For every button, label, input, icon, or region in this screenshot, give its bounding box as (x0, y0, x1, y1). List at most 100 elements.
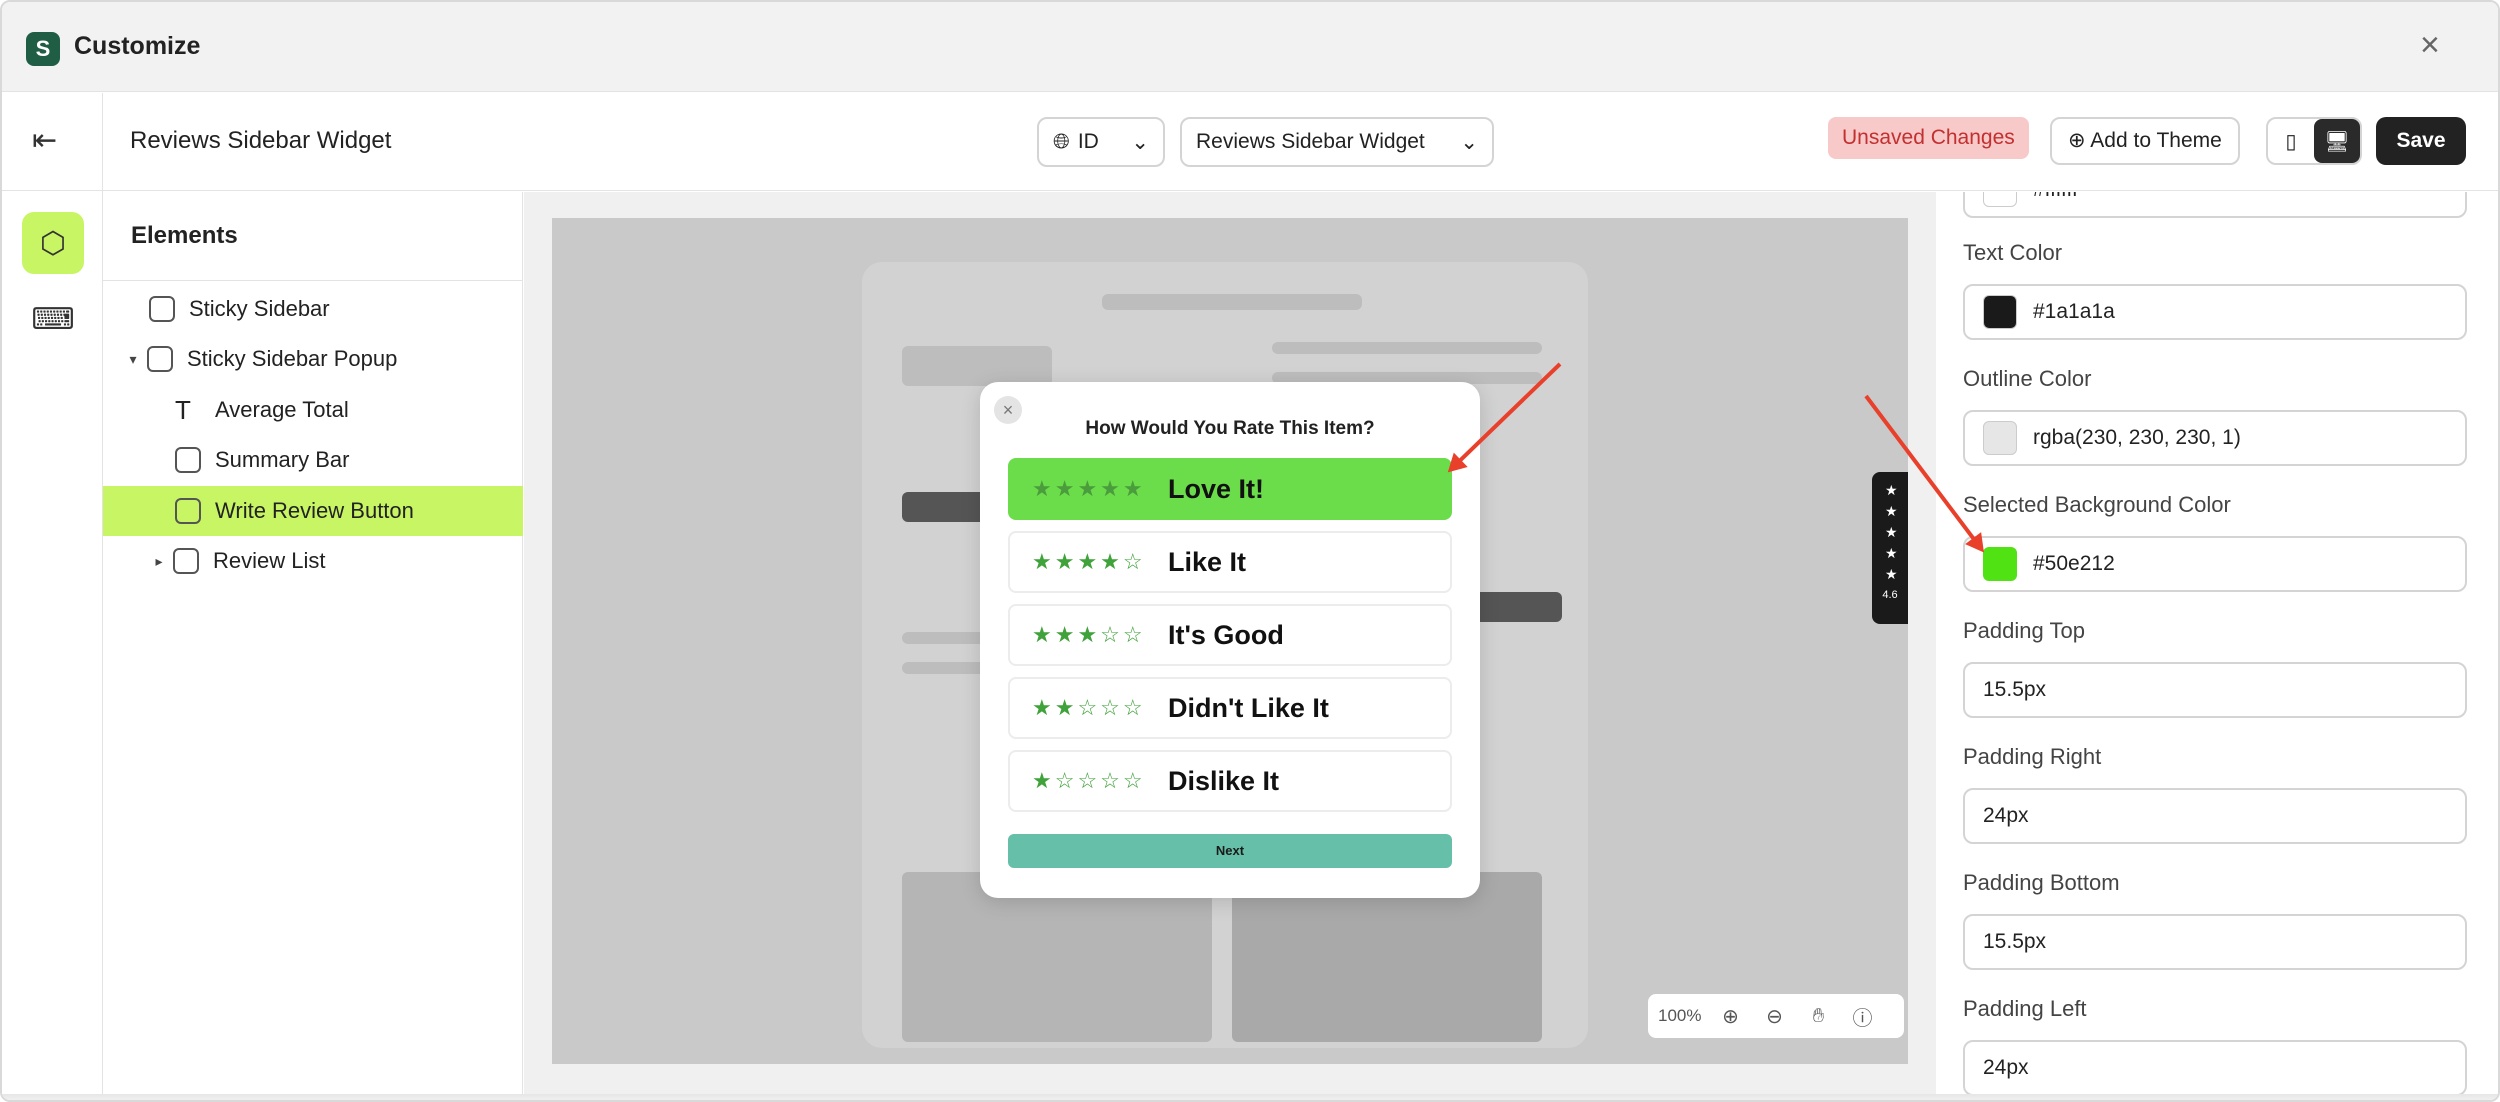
rating-option-label: Didn't Like It (1168, 692, 1329, 723)
app-logo-icon: S (26, 32, 60, 66)
next-button[interactable]: Next (1008, 834, 1452, 868)
color-swatch[interactable] (1983, 547, 2017, 581)
padding-left-label: Padding Left (1963, 996, 2087, 1021)
elements-heading: Elements (131, 222, 238, 249)
outline-color-field[interactable]: rgba(230, 230, 230, 1) (1963, 410, 2467, 466)
color-swatch[interactable] (1983, 295, 2017, 329)
chevron-down-icon: ⌄ (1460, 130, 1478, 154)
template-select-value: Reviews Sidebar Widget (1196, 130, 1425, 153)
desktop-view-icon[interactable]: 🖥︎ (2314, 119, 2360, 163)
zoom-controls: 100% ⊕ ⊖ ✋︎ ⓘ (1648, 994, 1904, 1038)
help-icon[interactable]: ⓘ (1847, 1002, 1877, 1031)
padding-bottom-input[interactable]: 15.5px (1963, 914, 2467, 970)
star-icons: ★★★☆☆ (1032, 622, 1146, 647)
tree-item-review-list[interactable]: ▸ Review List (103, 536, 523, 586)
title-bar: S Customize × (2, 2, 2498, 92)
rating-option-3[interactable]: ★★★☆☆ It's Good (1008, 604, 1452, 666)
ghost-bar (1272, 342, 1542, 354)
partial-color-value: #ffffff (2033, 192, 2078, 202)
widget-icon (149, 296, 175, 322)
side-tab-rating: 4.6 (1882, 589, 1898, 601)
padding-top-label: Padding Top (1963, 618, 2085, 643)
plus-circle-icon: ⊕ (2068, 129, 2086, 152)
rating-option-label: Love It! (1168, 473, 1265, 504)
text-color-value: #1a1a1a (2033, 300, 2115, 323)
zoom-in-icon[interactable]: ⊕ (1715, 1004, 1745, 1029)
language-select[interactable]: 🌐︎ ID ⌄ (1037, 117, 1165, 167)
bottom-edge (2, 1094, 2498, 1100)
preview-canvas: ★ ★ ★ ★ ★ 4.6 × How Would You Rate This … (552, 218, 1908, 1064)
text-icon: T (175, 394, 191, 425)
caret-down-icon[interactable]: ▾ (125, 351, 141, 368)
exit-icon[interactable]: ⇤ (32, 123, 57, 158)
tree-item-label: Sticky Sidebar (189, 296, 330, 321)
chevron-down-icon: ⌄ (1131, 130, 1149, 154)
rating-option-label: It's Good (1168, 619, 1284, 650)
ghost-rating (902, 346, 1052, 386)
rating-option-5[interactable]: ★★★★★ Love It! (1008, 458, 1452, 520)
widget-icon (147, 346, 173, 372)
ghost-heading (1102, 294, 1362, 310)
mobile-view-icon[interactable]: ▯ (2268, 119, 2314, 163)
rating-option-2[interactable]: ★★☆☆☆ Didn't Like It (1008, 677, 1452, 739)
padding-bottom-label: Padding Bottom (1963, 870, 2120, 895)
selected-bg-color-label: Selected Background Color (1963, 492, 2231, 517)
unsaved-changes-badge: Unsaved Changes (1828, 117, 2029, 159)
padding-left-input[interactable]: 24px (1963, 1040, 2467, 1096)
caret-right-icon[interactable]: ▸ (151, 553, 167, 570)
elements-cube-icon[interactable]: ⬡ (22, 212, 84, 274)
text-color-field[interactable]: #1a1a1a (1963, 284, 2467, 340)
widget-icon (173, 548, 199, 574)
tree-item-summary-bar[interactable]: Summary Bar (103, 435, 523, 485)
color-swatch[interactable] (1983, 192, 2017, 207)
star-icons: ★☆☆☆☆ (1032, 768, 1146, 793)
side-tab-stars: ★ ★ ★ ★ ★ (1885, 482, 1898, 582)
globe-icon: 🌐︎ (1053, 130, 1070, 153)
save-button[interactable]: Save (2376, 117, 2466, 165)
rating-option-1[interactable]: ★☆☆☆☆ Dislike It (1008, 750, 1452, 812)
selected-bg-color-field[interactable]: #50e212 (1963, 536, 2467, 592)
page-name: Reviews Sidebar Widget (130, 127, 392, 154)
star-icons: ★★★★★ (1032, 476, 1146, 501)
top-toolbar: ⇤ Reviews Sidebar Widget 🌐︎ ID ⌄ Reviews… (2, 93, 2498, 191)
add-to-theme-label: Add to Theme (2090, 129, 2222, 152)
partial-color-field[interactable]: #ffffff (1963, 192, 2467, 218)
tree-item-label: Review List (213, 548, 326, 573)
window-title: Customize (74, 32, 201, 60)
rating-option-label: Like It (1168, 546, 1247, 577)
properties-panel: #ffffff Text Color #1a1a1a Outline Color… (1937, 192, 2498, 1100)
tree-item-label: Write Review Button (215, 498, 414, 523)
hand-pan-icon[interactable]: ✋︎ (1803, 1005, 1833, 1028)
tree-item-label: Average Total (215, 397, 349, 422)
tree-item-write-review-button[interactable]: Write Review Button (103, 486, 523, 536)
star-icons: ★★☆☆☆ (1032, 695, 1146, 720)
selected-bg-color-value: #50e212 (2033, 552, 2115, 575)
padding-top-input[interactable]: 15.5px (1963, 662, 2467, 718)
tree-item-sticky-sidebar[interactable]: Sticky Sidebar (103, 284, 523, 334)
padding-right-label: Padding Right (1963, 744, 2102, 769)
sticky-sidebar-tab[interactable]: ★ ★ ★ ★ ★ 4.6 (1872, 472, 1908, 624)
customize-window: S Customize × ⇤ Reviews Sidebar Widget 🌐… (0, 0, 2500, 1102)
rating-modal: × How Would You Rate This Item? ★★★★★ Lo… (980, 382, 1480, 898)
padding-right-input[interactable]: 24px (1963, 788, 2467, 844)
summary-bar-icon (175, 447, 201, 473)
tree-item-label: Summary Bar (215, 447, 350, 472)
divider (103, 280, 523, 281)
color-swatch[interactable] (1983, 421, 2017, 455)
tree-item-label: Sticky Sidebar Popup (187, 346, 398, 371)
tree-item-average-total[interactable]: T Average Total (103, 385, 523, 435)
modal-title: How Would You Rate This Item? (1085, 418, 1375, 439)
add-to-theme-button[interactable]: ⊕ Add to Theme (2050, 117, 2240, 165)
rating-option-4[interactable]: ★★★★☆ Like It (1008, 531, 1452, 593)
outline-color-value: rgba(230, 230, 230, 1) (2033, 426, 2241, 449)
zoom-out-icon[interactable]: ⊖ (1759, 1004, 1789, 1029)
tree-item-sticky-sidebar-popup[interactable]: ▾ Sticky Sidebar Popup (103, 334, 523, 384)
template-select[interactable]: Reviews Sidebar Widget ⌄ (1180, 117, 1494, 167)
star-icons: ★★★★☆ (1032, 549, 1146, 574)
code-terminal-icon[interactable]: ⌨ (22, 288, 84, 350)
device-toggle: ▯ 🖥︎ (2266, 117, 2362, 165)
outline-color-label: Outline Color (1963, 366, 2092, 391)
close-icon[interactable]: × (2420, 28, 2440, 62)
left-rail: ⬡ ⌨ (2, 192, 102, 1100)
cube-icon (175, 498, 201, 524)
